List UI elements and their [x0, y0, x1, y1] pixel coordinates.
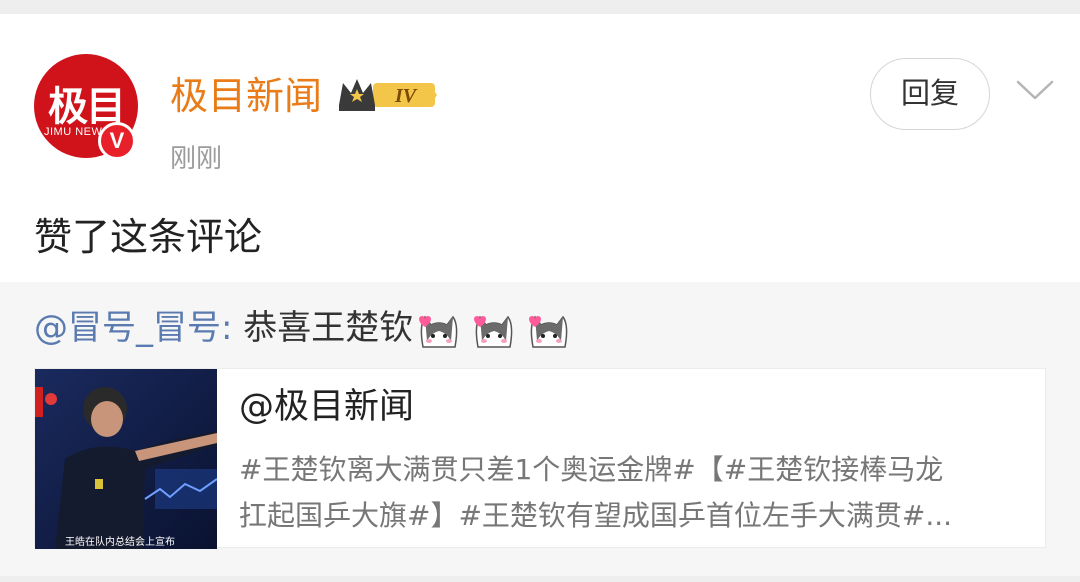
- action-text: 赞了这条评论: [34, 215, 263, 259]
- verified-badge-icon: V: [98, 122, 136, 160]
- linked-post-desc-line: #王楚钦离大满贯只差1个奥运金牌#【#王楚钦接棒马龙: [239, 453, 944, 486]
- feed-card: 极目 JIMU NEWS V 极目新闻 IV 刚刚 回复 赞了这条评论 @冒号_…: [0, 14, 1080, 576]
- timestamp: 刚刚: [170, 144, 223, 174]
- thumbnail-caption: 王皓在队内总结会上宣布: [65, 537, 175, 548]
- mention-link[interactable]: @冒号_冒号: [34, 308, 221, 348]
- username-link[interactable]: 极目新闻: [170, 74, 322, 118]
- linked-post-title: @极目新闻: [239, 387, 415, 427]
- cat-love-icon: [419, 315, 458, 348]
- linked-post-card[interactable]: 王皓在队内总结会上宣布 @极目新闻 #王楚钦离大满贯只差1个奥运金牌#【#王楚钦…: [34, 368, 1046, 549]
- linked-post-description: #王楚钦离大满贯只差1个奥运金牌#【#王楚钦接棒马龙 扛起国乒大旗#】#王楚钦有…: [239, 447, 1039, 539]
- quoted-comment-line: @冒号_冒号: 恭喜王楚钦: [34, 304, 569, 354]
- linked-post-desc-line: 扛起国乒大旗#】#王楚钦有望成国乒首位左手大满贯#...: [239, 499, 953, 532]
- reply-button[interactable]: 回复: [870, 58, 990, 130]
- level-badge-text: IV: [394, 85, 418, 107]
- emoji-row: [415, 306, 569, 354]
- comment-text: 恭喜王楚钦: [243, 308, 414, 348]
- linked-post-thumbnail: 王皓在队内总结会上宣布: [35, 369, 217, 549]
- mention-separator: :: [221, 308, 244, 348]
- crown-level-badge-icon: IV: [339, 79, 437, 111]
- cat-love-icon: [474, 315, 513, 348]
- table-tennis-player-image: [35, 369, 217, 549]
- chevron-down-icon[interactable]: [1014, 76, 1056, 106]
- quoted-comment[interactable]: @冒号_冒号: 恭喜王楚钦 王皓在队内总结会上宣布 @极目新闻 #王楚钦离大满贯…: [0, 282, 1080, 576]
- cat-love-icon: [528, 315, 568, 348]
